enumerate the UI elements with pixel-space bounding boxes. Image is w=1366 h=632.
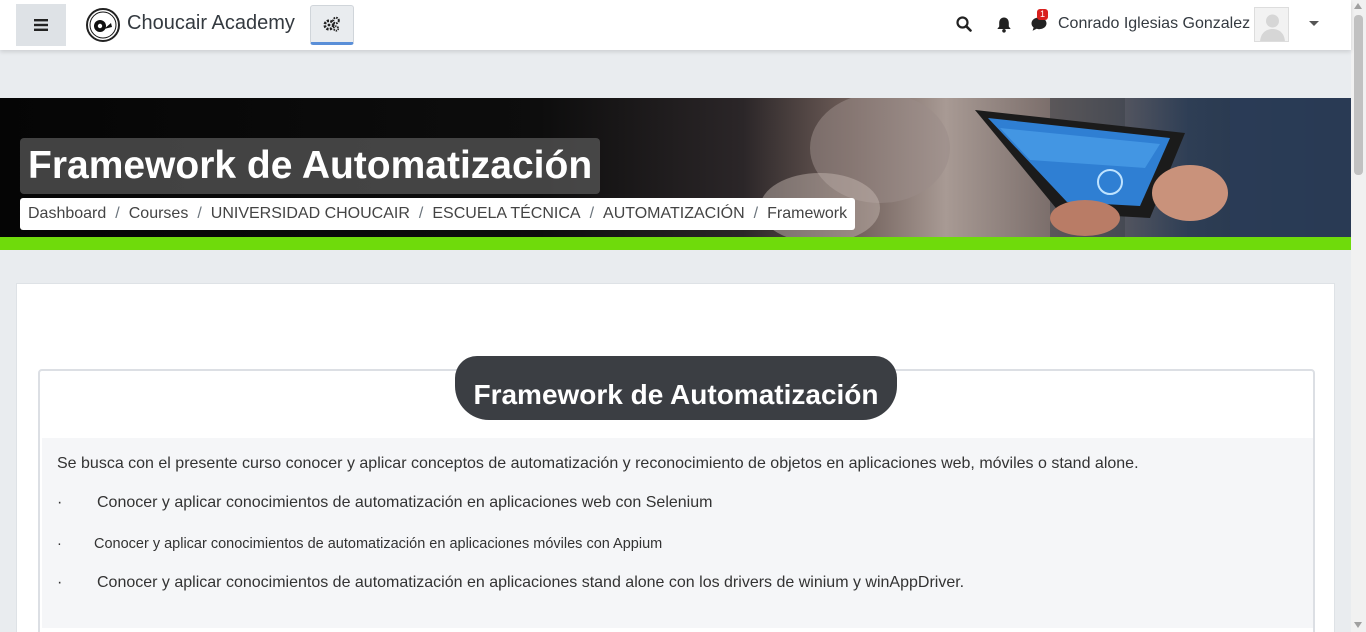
message-count-badge: 1 <box>1037 9 1048 20</box>
site-brand-name[interactable]: Choucair Academy <box>127 12 295 35</box>
search-icon <box>956 16 972 32</box>
breadcrumb-separator: / <box>115 205 120 222</box>
user-avatar[interactable] <box>1254 7 1289 42</box>
breadcrumb: Dashboard / Courses / UNIVERSIDAD CHOUCA… <box>20 198 856 230</box>
breadcrumb-separator: / <box>753 205 759 222</box>
user-name[interactable]: Conrado Iglesias Gonzalez <box>1058 15 1250 33</box>
course-heading-pill: Framework de Automatización <box>455 356 897 420</box>
page-title: Framework de Automatización <box>28 144 593 187</box>
breadcrumb-separator: / <box>589 205 595 222</box>
breadcrumb-automatizacion[interactable]: AUTOMATIZACIÓN <box>603 205 745 223</box>
scroll-up-arrow-icon[interactable] <box>1354 3 1362 9</box>
bullet-dot: · <box>57 494 63 511</box>
customize-button[interactable] <box>310 5 354 45</box>
bullet-dot: · <box>57 574 63 591</box>
objective-text: Conocer y aplicar conocimientos de autom… <box>94 536 663 552</box>
breadcrumb-universidad[interactable]: UNIVERSIDAD CHOUCAIR <box>211 205 410 223</box>
objective-text: Conocer y aplicar conocimientos de autom… <box>97 574 965 591</box>
objective-item: · Conocer y aplicar conocimientos de auto… <box>57 494 712 512</box>
breadcrumb-courses[interactable]: Courses <box>129 205 189 223</box>
settings-cog-icon <box>323 16 340 32</box>
scrollbar-thumb[interactable] <box>1354 15 1363 175</box>
top-navbar: Choucair Academy 1 Conrado Iglesias Gonz… <box>0 0 1351 50</box>
course-heading: Framework de Automatización <box>473 379 879 410</box>
breadcrumb-escuela[interactable]: ESCUELA TÉCNICA <box>432 205 580 223</box>
breadcrumb-separator: / <box>418 205 424 222</box>
breadcrumb-dashboard[interactable]: Dashboard <box>28 205 106 223</box>
objective-item: · Conocer y aplicar conocimientos de auto… <box>57 536 662 552</box>
page-title-box: Framework de Automatización <box>20 138 601 194</box>
logo-icon <box>89 11 117 39</box>
bell-icon <box>997 17 1011 33</box>
search-button[interactable] <box>953 13 975 35</box>
banner-accent-strip <box>0 237 1351 250</box>
breadcrumb-current: Framework <box>767 205 848 222</box>
avatar-placeholder-icon <box>1255 8 1288 41</box>
objective-text: Conocer y aplicar conocimientos de autom… <box>97 494 713 511</box>
menu-toggle-button[interactable] <box>16 4 66 46</box>
site-logo[interactable] <box>86 8 120 42</box>
scroll-down-arrow-icon[interactable] <box>1354 622 1362 628</box>
page-scrollbar[interactable] <box>1351 0 1366 632</box>
objective-item: · Conocer y aplicar conocimientos de auto… <box>57 574 964 592</box>
user-menu-caret-down-icon[interactable] <box>1309 21 1319 26</box>
notifications-button[interactable] <box>993 13 1015 35</box>
bullet-dot: · <box>57 536 62 552</box>
course-content-card: Framework de Automatización Se busca con… <box>16 283 1335 632</box>
menu-icon <box>34 19 48 31</box>
course-intro-text: Se busca con el presente curso conocer y… <box>57 455 1139 472</box>
breadcrumb-separator: / <box>197 205 202 222</box>
